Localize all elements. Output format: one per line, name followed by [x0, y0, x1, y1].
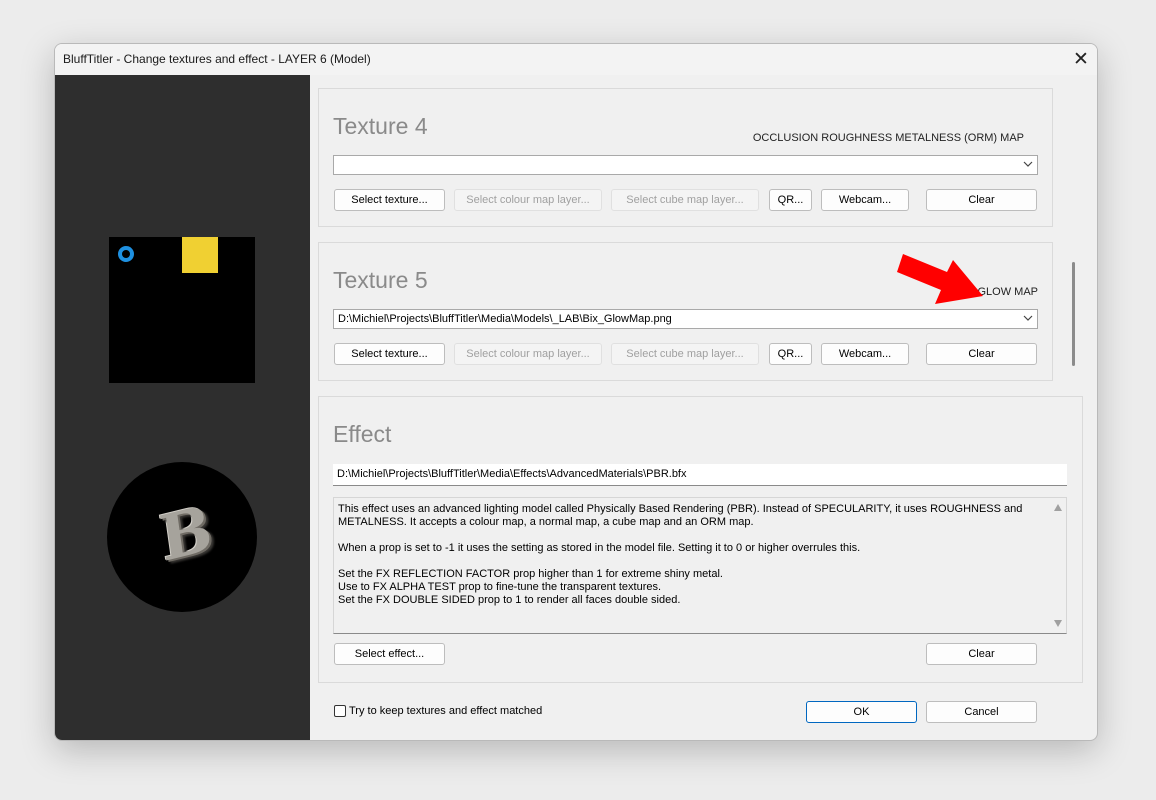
- description-line: Set the FX REFLECTION FACTOR prop higher…: [338, 568, 723, 580]
- scroll-down-arrow-icon[interactable]: [1054, 620, 1062, 627]
- effect-path-field[interactable]: D:\Michiel\Projects\BluffTitler\Media\Ef…: [333, 464, 1067, 486]
- preview-panel: B: [55, 75, 310, 740]
- texture4-title: Texture 4: [333, 113, 428, 139]
- effect-clear-button[interactable]: Clear: [926, 643, 1037, 665]
- effect-title: Effect: [333, 421, 392, 447]
- texture4-select-cube-map-layer-button[interactable]: Select cube map layer...: [611, 189, 759, 211]
- red-arrow-icon: [897, 254, 983, 304]
- texture5-title: Texture 5: [333, 267, 428, 293]
- blue-ring-marker: [118, 246, 134, 262]
- window-title: BluffTitler - Change textures and effect…: [63, 52, 371, 66]
- effect-description-area[interactable]: This effect uses an advanced lighting mo…: [333, 497, 1067, 634]
- description-line: This effect uses an advanced lighting mo…: [338, 503, 1023, 515]
- texture5-clear-button[interactable]: Clear: [926, 343, 1037, 365]
- texture4-select-texture-button[interactable]: Select texture...: [334, 189, 445, 211]
- effect-description: This effect uses an advanced lighting mo…: [338, 503, 1038, 607]
- texture4-webcam-button[interactable]: Webcam...: [821, 189, 909, 211]
- texture4-map-label: OCCLUSION ROUGHNESS METALNESS (ORM) MAP: [752, 132, 1024, 144]
- effect-path: D:\Michiel\Projects\BluffTitler\Media\Ef…: [337, 468, 687, 480]
- cancel-button[interactable]: Cancel: [926, 701, 1037, 723]
- texture5-webcam-button[interactable]: Webcam...: [821, 343, 909, 365]
- texture5-select-colour-map-layer-button[interactable]: Select colour map layer...: [454, 343, 602, 365]
- model-letter: B: [155, 490, 217, 577]
- chevron-down-icon: [1023, 161, 1033, 167]
- scroll-up-arrow-icon[interactable]: [1054, 504, 1062, 511]
- texture4-section: Texture 4 OCCLUSION ROUGHNESS METALNESS …: [318, 88, 1053, 227]
- keep-matched-checkbox[interactable]: [334, 705, 346, 717]
- description-line: METALNESS. It accepts a colour map, a no…: [338, 516, 754, 528]
- ok-button[interactable]: OK: [806, 701, 917, 723]
- model-preview: B: [107, 462, 257, 612]
- texture5-select-cube-map-layer-button[interactable]: Select cube map layer...: [611, 343, 759, 365]
- description-line: When a prop is set to -1 it uses the set…: [338, 542, 861, 554]
- texture4-select-colour-map-layer-button[interactable]: Select colour map layer...: [454, 189, 602, 211]
- keep-matched-label: Try to keep textures and effect matched: [349, 705, 543, 717]
- texture4-path-combo[interactable]: [333, 155, 1038, 175]
- texture5-select-texture-button[interactable]: Select texture...: [334, 343, 445, 365]
- description-scrollbar[interactable]: [1050, 498, 1066, 633]
- description-line: Use to FX ALPHA TEST prop to fine-tune t…: [338, 581, 662, 593]
- effect-section: Effect D:\Michiel\Projects\BluffTitler\M…: [318, 396, 1083, 683]
- yellow-square-marker: [182, 237, 218, 273]
- title-bar: BluffTitler - Change textures and effect…: [55, 44, 1097, 75]
- texture5-path-combo[interactable]: D:\Michiel\Projects\BluffTitler\Media\Mo…: [333, 309, 1038, 329]
- texture5-qr-button[interactable]: QR...: [769, 343, 812, 365]
- select-effect-button[interactable]: Select effect...: [334, 643, 445, 665]
- chevron-down-icon: [1023, 315, 1033, 321]
- close-icon[interactable]: ✕: [1065, 44, 1097, 75]
- dialog-window: BluffTitler - Change textures and effect…: [54, 43, 1098, 741]
- description-line: Set the FX DOUBLE SIDED prop to 1 to ren…: [338, 594, 681, 606]
- main-scrollbar[interactable]: [1072, 262, 1075, 366]
- texture4-qr-button[interactable]: QR...: [769, 189, 812, 211]
- texture5-path: D:\Michiel\Projects\BluffTitler\Media\Mo…: [338, 313, 672, 325]
- texture5-map-label: GLOW MAP: [977, 286, 1038, 298]
- texture4-clear-button[interactable]: Clear: [926, 189, 1037, 211]
- texture-preview: [109, 237, 255, 383]
